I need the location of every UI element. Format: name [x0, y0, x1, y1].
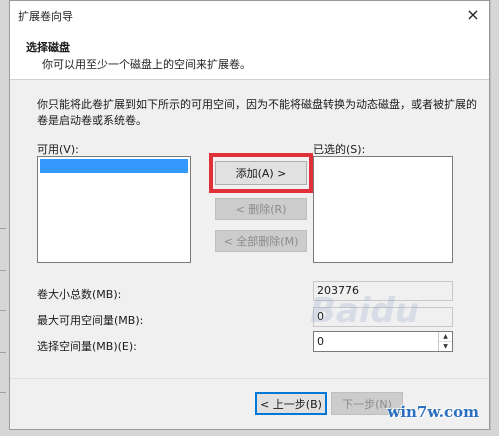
close-icon: ×: [466, 5, 480, 24]
disk-size: 1023 MB: [96, 187, 145, 200]
selected-label: 已选的(S):: [313, 143, 366, 156]
back-button[interactable]: < 上一步(B): [255, 392, 327, 415]
available-label: 可用(V):: [37, 143, 79, 156]
max-space-label: 最大可用空间量(MB):: [37, 314, 144, 327]
edge-tick: [0, 392, 6, 393]
edge-tick: [0, 352, 6, 353]
edge-tick: [0, 310, 6, 311]
background-window-right-edge: [490, 0, 499, 436]
remove-all-button[interactable]: < 全部删除(M): [215, 230, 307, 252]
select-space-stepper[interactable]: 0 ▲ ▼: [313, 331, 453, 352]
extend-volume-wizard-dialog: 扩展卷向导 × 选择磁盘 你可以用至少一个磁盘上的空间来扩展卷。 你只能将此卷扩…: [9, 0, 490, 430]
wizard-header: 选择磁盘 你可以用至少一个磁盘上的空间来扩展卷。: [10, 29, 489, 80]
window-title: 扩展卷向导: [18, 10, 73, 23]
title-bar: 扩展卷向导 ×: [10, 1, 489, 30]
background-window-bottom-edge: [0, 430, 499, 436]
chevron-up-icon[interactable]: ▲: [439, 332, 452, 342]
site-watermark: win7w.com: [387, 403, 479, 421]
edge-tick: [0, 228, 6, 229]
selected-disks-list[interactable]: [313, 156, 453, 263]
footer-divider: [10, 378, 489, 379]
disk-name: 磁盘 0: [42, 173, 75, 186]
total-size-label: 卷大小总数(MB):: [37, 288, 122, 301]
edge-tick: [0, 270, 6, 271]
select-space-value: 0: [317, 335, 324, 348]
page-subtitle: 你可以用至少一个磁盘上的空间来扩展卷。: [42, 58, 251, 71]
close-button[interactable]: ×: [457, 1, 489, 28]
list-item-disk-0[interactable]: 磁盘 0 1023 MB: [40, 159, 188, 200]
page-title: 选择磁盘: [26, 41, 70, 54]
chevron-down-icon[interactable]: ▼: [439, 342, 452, 351]
remove-button[interactable]: < 删除(R): [215, 198, 307, 220]
stepper-buttons: ▲ ▼: [438, 332, 452, 351]
available-disks-list[interactable]: 磁盘 0 1023 MB: [37, 156, 191, 263]
select-space-label: 选择空间量(MB)(E):: [37, 340, 137, 353]
max-space-field: 0: [313, 307, 453, 327]
total-size-field: 203776: [313, 281, 453, 301]
instruction-text: 你只能将此卷扩展到如下所示的可用空间，因为不能将磁盘转换为动态磁盘，或者被扩展的…: [37, 98, 477, 127]
add-button[interactable]: 添加(A) >: [215, 161, 307, 185]
